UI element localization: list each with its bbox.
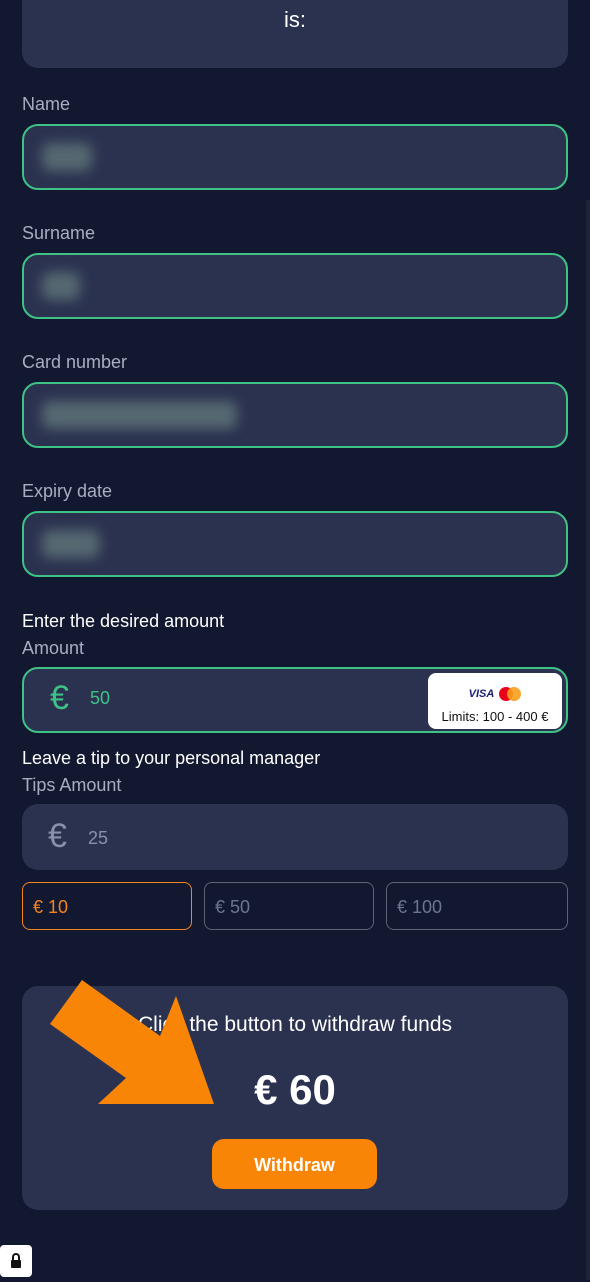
limits-text: Limits: 100 - 400 € [441, 709, 549, 724]
card-number-label: Card number [22, 352, 128, 372]
visa-logo: VISA [468, 688, 495, 700]
name-field[interactable] [22, 124, 568, 190]
tips-field[interactable]: € 25 [22, 804, 568, 870]
mastercard-logo [499, 687, 522, 701]
lock-button[interactable] [0, 1245, 32, 1277]
limits-badge: VISA Limits: 100 - 400 € [428, 673, 562, 729]
lock-icon [11, 1253, 21, 1268]
tips-heading: Leave a tip to your personal manager [22, 748, 321, 768]
expiry-label: Expiry date [22, 481, 113, 501]
expiry-value-blurred [42, 530, 100, 558]
info-card-text: is: [284, 7, 306, 32]
tips-label: Tips Amount [22, 775, 122, 795]
surname-label: Surname [22, 223, 96, 243]
surname-value-blurred [42, 272, 80, 300]
tip-option-10[interactable]: € 10 [22, 882, 192, 930]
info-card: is: [22, 0, 568, 68]
expiry-field[interactable] [22, 511, 568, 577]
euro-icon: € [48, 817, 67, 855]
tip-option-50[interactable]: € 50 [204, 882, 374, 930]
amount-heading: Enter the desired amount [22, 611, 225, 631]
arrow-icon [50, 980, 214, 1104]
tips-input[interactable]: 25 [88, 828, 108, 849]
amount-label: Amount [22, 638, 85, 658]
card-number-value-blurred [42, 401, 237, 429]
amount-input[interactable]: 50 [90, 688, 110, 709]
amount-field[interactable]: € 50 VISA Limits: 100 - 400 € [22, 667, 568, 733]
name-label: Name [22, 94, 71, 114]
euro-icon: € [50, 679, 69, 717]
withdraw-button[interactable]: Withdraw [212, 1139, 377, 1189]
tip-option-100[interactable]: € 100 [386, 882, 568, 930]
card-number-field[interactable] [22, 382, 568, 448]
name-value-blurred [42, 143, 92, 171]
surname-field[interactable] [22, 253, 568, 319]
scrollbar[interactable] [586, 200, 590, 1280]
